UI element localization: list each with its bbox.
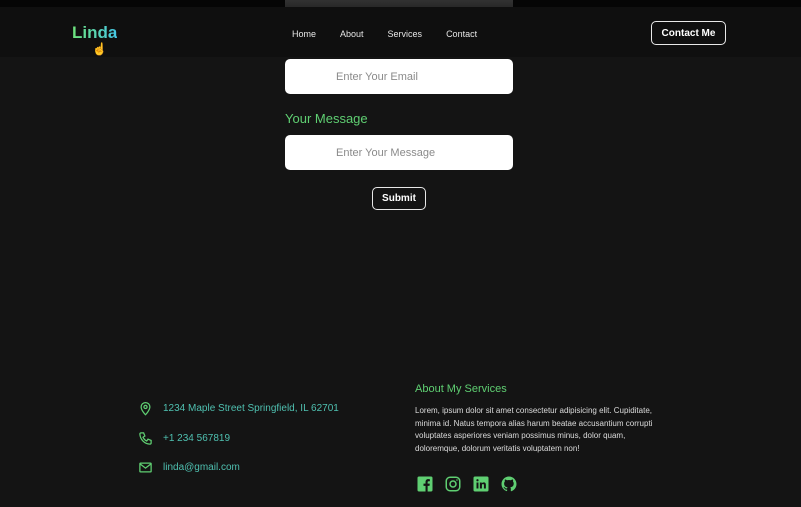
contact-phone: +1 234 567819 xyxy=(138,431,230,446)
linkedin-icon[interactable] xyxy=(472,475,490,493)
phone-text: +1 234 567819 xyxy=(163,433,231,444)
nav-links: Home About Services Contact xyxy=(292,29,501,39)
mail-icon xyxy=(139,462,152,473)
facebook-icon[interactable] xyxy=(416,475,434,493)
address-text: 1234 Maple Street Springfield, IL 62701 xyxy=(163,403,339,414)
email-text[interactable]: linda@gmail.com xyxy=(163,462,240,473)
message-label: Your Message xyxy=(285,111,368,126)
email-field[interactable] xyxy=(285,59,513,94)
instagram-icon[interactable] xyxy=(444,475,462,493)
nav-link-home[interactable]: Home xyxy=(292,29,316,39)
location-pin-icon xyxy=(140,401,151,416)
logo[interactable]: Linda xyxy=(72,23,117,43)
pointer-cursor-icon: ☝ xyxy=(92,42,107,56)
nav-link-services[interactable]: Services xyxy=(388,29,423,39)
github-icon[interactable] xyxy=(500,475,518,493)
contact-me-button[interactable]: Contact Me xyxy=(651,21,726,45)
about-text: Lorem, ipsum dolor sit amet consectetur … xyxy=(415,406,653,453)
social-links xyxy=(416,475,528,493)
nav-link-contact[interactable]: Contact xyxy=(446,29,477,39)
phone-icon xyxy=(139,432,152,445)
message-field[interactable] xyxy=(285,135,513,170)
contact-address: 1234 Maple Street Springfield, IL 62701 xyxy=(138,401,339,416)
navbar: Linda ☝ Home About Services Contact Cont… xyxy=(0,7,801,57)
about-title: About My Services xyxy=(415,383,507,395)
nav-link-about[interactable]: About xyxy=(340,29,364,39)
submit-button[interactable]: Submit xyxy=(372,187,426,210)
contact-email: linda@gmail.com xyxy=(138,460,240,475)
